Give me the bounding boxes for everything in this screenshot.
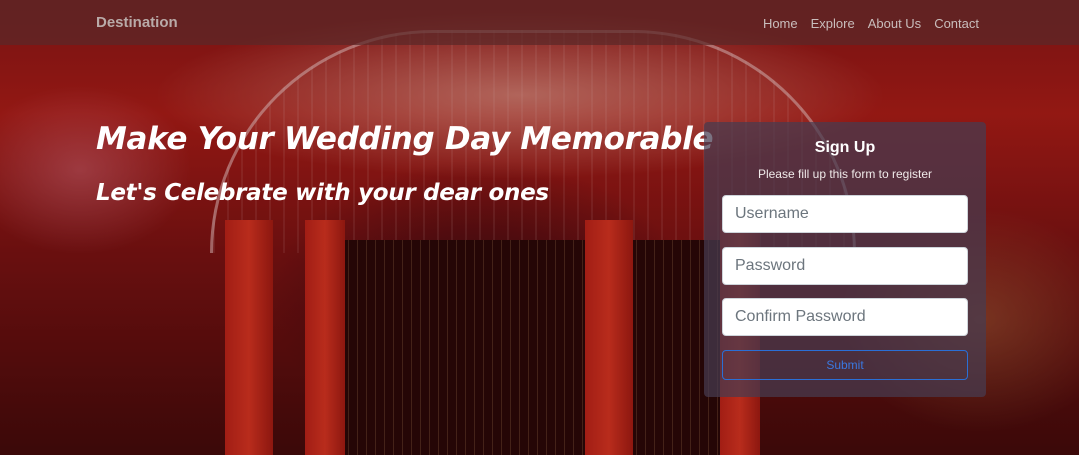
hero-title: Make Your Wedding Day Memorable [96,121,714,157]
nav-links: Home Explore About Us Contact [763,16,979,31]
signup-title: Sign Up [814,139,876,156]
username-input[interactable] [722,195,968,233]
nav-link-contact[interactable]: Contact [934,16,979,31]
brand-logo[interactable]: Destination [96,14,178,31]
signup-form-card: Sign Up Please fill up this form to regi… [704,122,986,397]
navbar: Destination Home Explore About Us Contac… [0,0,1079,45]
submit-button[interactable]: Submit [722,350,968,380]
confirm-password-input[interactable] [722,298,968,336]
signup-description: Please fill up this form to register [757,167,933,181]
nav-link-about-us[interactable]: About Us [868,16,921,31]
nav-link-home[interactable]: Home [763,16,798,31]
nav-link-explore[interactable]: Explore [811,16,855,31]
password-input[interactable] [722,247,968,285]
hero-subtitle: Let's Celebrate with your dear ones [96,180,549,206]
